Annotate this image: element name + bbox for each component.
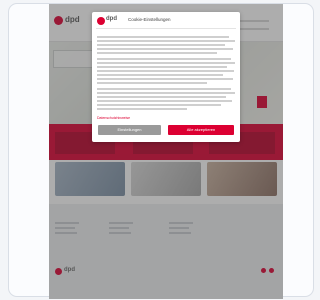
consent-text-line — [97, 36, 229, 38]
consent-text-line — [97, 66, 227, 68]
consent-text-line — [97, 78, 233, 80]
consent-text-line — [97, 40, 235, 42]
cookie-settings-button[interactable]: Einstellungen — [98, 125, 161, 135]
consent-text-line — [97, 48, 233, 50]
consent-text-line — [97, 62, 235, 64]
consent-text-line — [97, 96, 226, 98]
modal-divider — [96, 28, 236, 29]
consent-text-line — [97, 58, 231, 60]
consent-text-line — [97, 82, 207, 84]
consent-text-line — [97, 52, 217, 54]
dpd-logo-icon — [97, 17, 105, 25]
modal-title: Cookie-Einstellungen — [128, 17, 171, 22]
consent-text-line — [97, 100, 232, 102]
privacy-link[interactable]: Datenschutzhinweise — [97, 116, 130, 120]
accept-all-button[interactable]: Alle akzeptieren — [168, 125, 234, 135]
modal-logo-text: dpd — [106, 16, 117, 22]
consent-text-line — [97, 88, 231, 90]
consent-text-line — [97, 70, 234, 72]
consent-text-line — [97, 44, 225, 46]
cookie-consent-dialog: dpd Cookie-Einstellungen Datenschutzhinw… — [92, 12, 240, 142]
consent-text-line — [97, 92, 235, 94]
consent-text-line — [97, 74, 223, 76]
consent-text-line — [97, 108, 187, 110]
consent-text-line — [97, 104, 221, 106]
